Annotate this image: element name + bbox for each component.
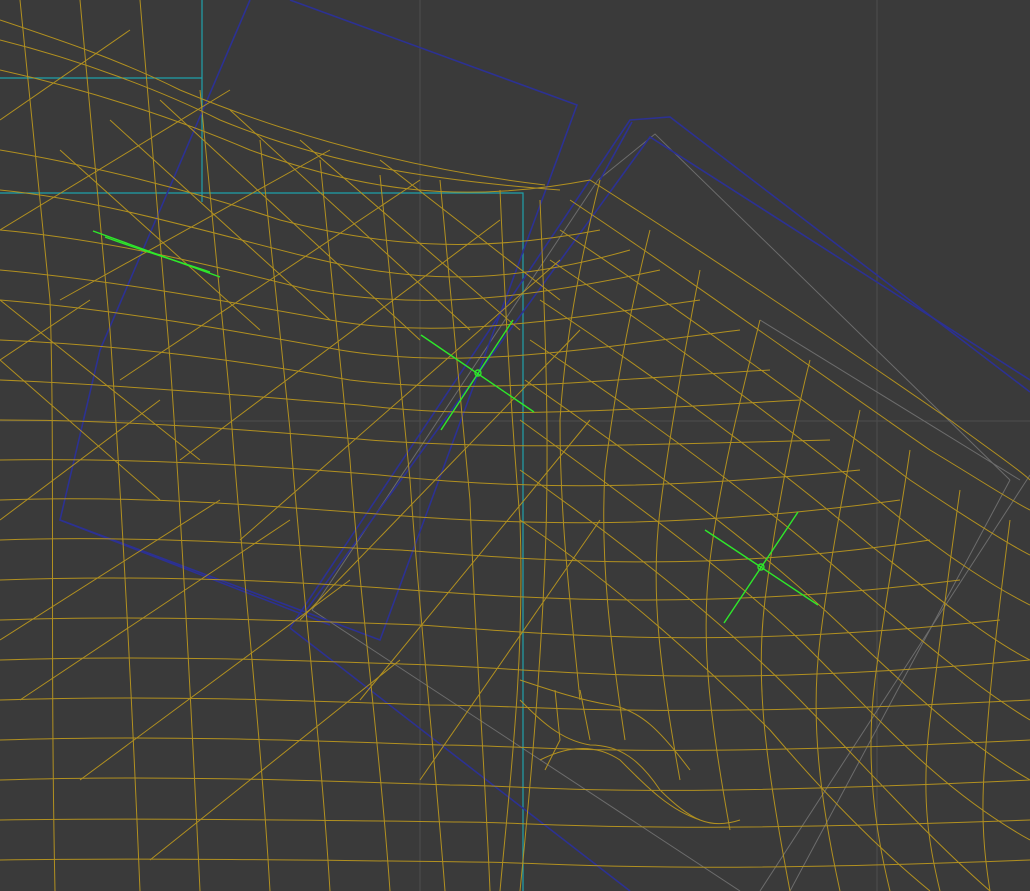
3d-viewport[interactable] [0, 0, 1030, 891]
